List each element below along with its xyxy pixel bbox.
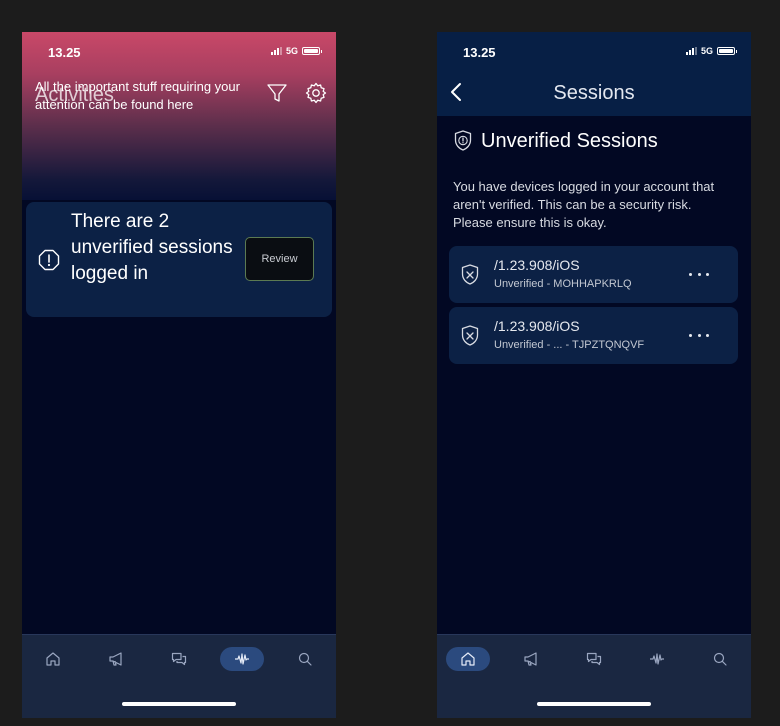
status-icons: 5G [685, 46, 737, 56]
section-title: Unverified Sessions [481, 130, 658, 152]
shield-alert-icon [454, 130, 472, 151]
more-options-button[interactable] [689, 329, 709, 341]
signal-icon [685, 47, 697, 55]
tab-messages[interactable] [157, 647, 201, 671]
session-status: Unverified - ... - TJPZTQNQVF [494, 339, 645, 351]
tab-search[interactable] [698, 647, 742, 671]
tab-bar [22, 634, 336, 718]
tab-activities[interactable] [220, 647, 264, 671]
home-icon [46, 652, 60, 666]
activities-screen: 13.25 5G Activities All the important st… [22, 32, 336, 718]
megaphone-icon [524, 652, 537, 666]
home-indicator [122, 702, 236, 706]
sessions-header: 13.25 5G Sessions [437, 32, 751, 116]
tab-announcements[interactable] [509, 647, 553, 671]
home-indicator [537, 702, 651, 706]
home-icon [461, 652, 475, 666]
section-description: You have devices logged in your account … [453, 179, 715, 230]
battery-icon [717, 47, 737, 55]
sessions-screen: 13.25 5G Sessions Unverified Sessions Yo… [437, 32, 751, 718]
network-label: 5G [285, 46, 298, 56]
signal-icon [270, 47, 282, 55]
status-bar: 13.25 5G [22, 32, 336, 72]
tab-messages[interactable] [572, 647, 616, 671]
activities-header: 13.25 5G Activities All the important st… [22, 32, 336, 200]
network-label: 5G [700, 46, 713, 56]
tab-search[interactable] [283, 647, 327, 671]
gear-icon [305, 82, 327, 104]
warning-icon [38, 249, 60, 271]
shield-x-icon [461, 325, 479, 346]
shield-x-icon [461, 264, 479, 285]
nav-title: Sessions [553, 82, 635, 104]
session-status: Unverified - MOHHAPKRLQ [494, 278, 632, 290]
status-icons: 5G [270, 46, 322, 56]
page-subtitle: All the important stuff requiring your a… [35, 79, 240, 112]
tab-home[interactable] [446, 647, 490, 671]
unverified-sessions-alert: There are 2 unverified sessions logged i… [26, 202, 332, 317]
session-item[interactable]: /1.23.908/iOS Unverified - MOHHAPKRLQ [449, 246, 738, 303]
activity-wave-icon [650, 653, 664, 665]
status-time: 13.25 [463, 45, 496, 60]
tab-bar [437, 634, 751, 718]
chat-bubbles-icon [586, 652, 602, 666]
tab-home[interactable] [31, 647, 75, 671]
megaphone-icon [109, 652, 122, 666]
search-icon [298, 652, 312, 666]
search-icon [713, 652, 727, 666]
session-name: /1.23.908/iOS [494, 318, 580, 334]
session-item[interactable]: /1.23.908/iOS Unverified - ... - TJPZTQN… [449, 307, 738, 364]
filter-icon [267, 84, 287, 102]
filter-button[interactable] [266, 82, 288, 104]
status-bar: 13.25 5G [437, 32, 751, 72]
battery-icon [302, 47, 322, 55]
status-time: 13.25 [48, 45, 81, 60]
review-button[interactable]: Review [245, 237, 314, 281]
alert-message: There are 2 unverified sessions logged i… [71, 211, 233, 284]
more-options-button[interactable] [689, 268, 709, 280]
settings-button[interactable] [305, 82, 327, 104]
session-name: /1.23.908/iOS [494, 257, 580, 273]
chat-bubbles-icon [171, 652, 187, 666]
tab-activities[interactable] [635, 647, 679, 671]
tab-announcements[interactable] [94, 647, 138, 671]
activity-wave-icon [235, 653, 249, 665]
